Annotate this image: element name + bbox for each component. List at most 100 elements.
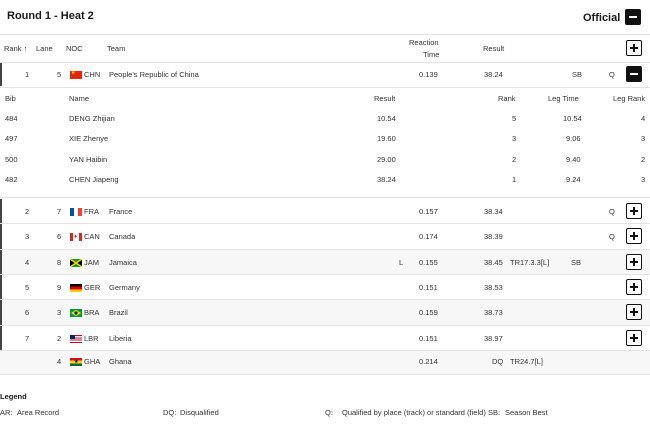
divider [0, 274, 650, 275]
legend-item: AR: [0, 408, 13, 417]
cell-team: Canada [109, 232, 136, 241]
cell-reaction: 0.139 [419, 70, 438, 79]
expand-row-button[interactable] [626, 228, 642, 244]
cell-note: TR24.7[L] [510, 357, 543, 366]
athlete-rank: 5 [512, 114, 517, 123]
athlete-bib: 500 [5, 155, 18, 164]
expand-row-button[interactable] [626, 254, 642, 270]
divider [0, 223, 650, 224]
cell-result: 38.34 [484, 207, 503, 216]
expand-all-button[interactable] [626, 40, 642, 56]
cell-lane: 2 [57, 334, 62, 343]
cell-qualification: Q [609, 70, 615, 79]
divider [0, 325, 650, 326]
expand-row-button[interactable] [626, 304, 642, 320]
subheader-leg-rank: Leg Rank [613, 94, 646, 103]
cell-lane: 6 [57, 232, 62, 241]
cell-qualification: Q [609, 207, 615, 216]
athlete-result: 10.54 [377, 114, 396, 123]
header-team: Team [107, 44, 126, 53]
status-label: Official [583, 12, 621, 24]
cell-noc: LBR [84, 334, 99, 343]
cell-lane: 5 [57, 70, 62, 79]
divider [0, 374, 650, 375]
cell-team: Jamaica [109, 258, 137, 267]
athlete-result: 29.00 [377, 155, 396, 164]
cell-result: 38.45 [484, 258, 503, 267]
cell-rank: 3 [25, 232, 30, 241]
cell-reaction: 0.174 [419, 232, 438, 241]
subheader-name: Name [69, 94, 90, 103]
flag-fra-icon [70, 208, 82, 216]
divider [0, 62, 650, 63]
legend-item: SB: [488, 408, 501, 417]
header-lane: Lane [36, 44, 53, 53]
divider [0, 34, 650, 35]
subheader-leg-time: Leg Time [548, 94, 579, 103]
cell-team: Liberia [109, 334, 132, 343]
legend-item-text: Disqualified [180, 408, 219, 417]
cell-lane: 7 [57, 207, 62, 216]
athlete-leg-time: 9.06 [566, 134, 581, 143]
flag-chn-icon: ★ [70, 71, 82, 79]
expand-row-button[interactable] [626, 203, 642, 219]
cell-result: 38.73 [484, 308, 503, 317]
cell-result: 38.97 [484, 334, 503, 343]
athlete-leg-rank: 3 [641, 134, 646, 143]
legend-item-text: Season Best [505, 408, 548, 417]
flag-ger-icon [70, 284, 82, 292]
athlete-leg-rank: 3 [641, 175, 646, 184]
collapse-row-button[interactable] [626, 66, 642, 82]
legend-title: Legend [0, 392, 27, 401]
athlete-rank: 3 [512, 134, 517, 143]
cell-team: Ghana [109, 357, 132, 366]
header-rank[interactable]: Rank ↑ [4, 44, 27, 53]
cell-result: DQ [492, 357, 504, 366]
expand-row-button[interactable] [626, 330, 642, 346]
cell-rank: 5 [25, 283, 30, 292]
legend-item-text: Area Record [17, 408, 60, 417]
header-result: Result [483, 44, 505, 53]
collapse-all-button[interactable] [625, 9, 641, 25]
athlete-leg-rank: 4 [641, 114, 646, 123]
subheader-rank: Rank [498, 94, 516, 103]
subheader-result: Result [374, 94, 396, 103]
cell-rank: 7 [25, 334, 30, 343]
athlete-bib: 497 [5, 134, 18, 143]
cell-reaction: 0.159 [419, 308, 438, 317]
header-reaction-time-line1: Reaction [409, 38, 439, 47]
expand-row-button[interactable] [626, 279, 642, 295]
cell-team: Brazil [109, 308, 128, 317]
cell-result: 38.24 [484, 70, 503, 79]
cell-noc: CAN [84, 232, 100, 241]
athlete-rank: 1 [512, 175, 517, 184]
cell-rank: 6 [25, 308, 30, 317]
legend-item-text: Qualified by place (track) or standard (… [342, 408, 486, 417]
cell-reaction: 0.157 [419, 207, 438, 216]
legend-item: DQ: [163, 408, 177, 417]
cell-reaction: 0.214 [419, 357, 438, 366]
cell-reaction: 0.155 [419, 258, 438, 267]
row-indicator [0, 224, 2, 249]
athlete-leg-time: 9.24 [566, 175, 581, 184]
athlete-rank: 2 [512, 155, 517, 164]
cell-lane: 9 [57, 283, 62, 292]
cell-noc: GHA [84, 357, 101, 366]
athlete-leg-time: 9.40 [566, 155, 581, 164]
sort-arrow-icon: ↑ [23, 44, 28, 53]
flag-jam-icon [70, 259, 82, 267]
cell-lane: 4 [57, 357, 62, 366]
athlete-bib: 482 [5, 175, 18, 184]
cell-team: France [109, 207, 133, 216]
flag-can-icon: ♦ [70, 233, 82, 241]
athlete-leg-rank: 2 [641, 155, 646, 164]
cell-rank: 4 [25, 258, 30, 267]
cell-rank: 2 [25, 207, 30, 216]
cell-result: 38.53 [484, 283, 503, 292]
row-indicator [0, 275, 2, 299]
flag-lbr-icon [70, 335, 82, 343]
cell-record: SB [571, 258, 582, 267]
cell-note: TR17.3.3[L] [510, 258, 550, 267]
cell-noc: CHN [84, 70, 101, 79]
cell-qualification: Q [609, 232, 615, 241]
